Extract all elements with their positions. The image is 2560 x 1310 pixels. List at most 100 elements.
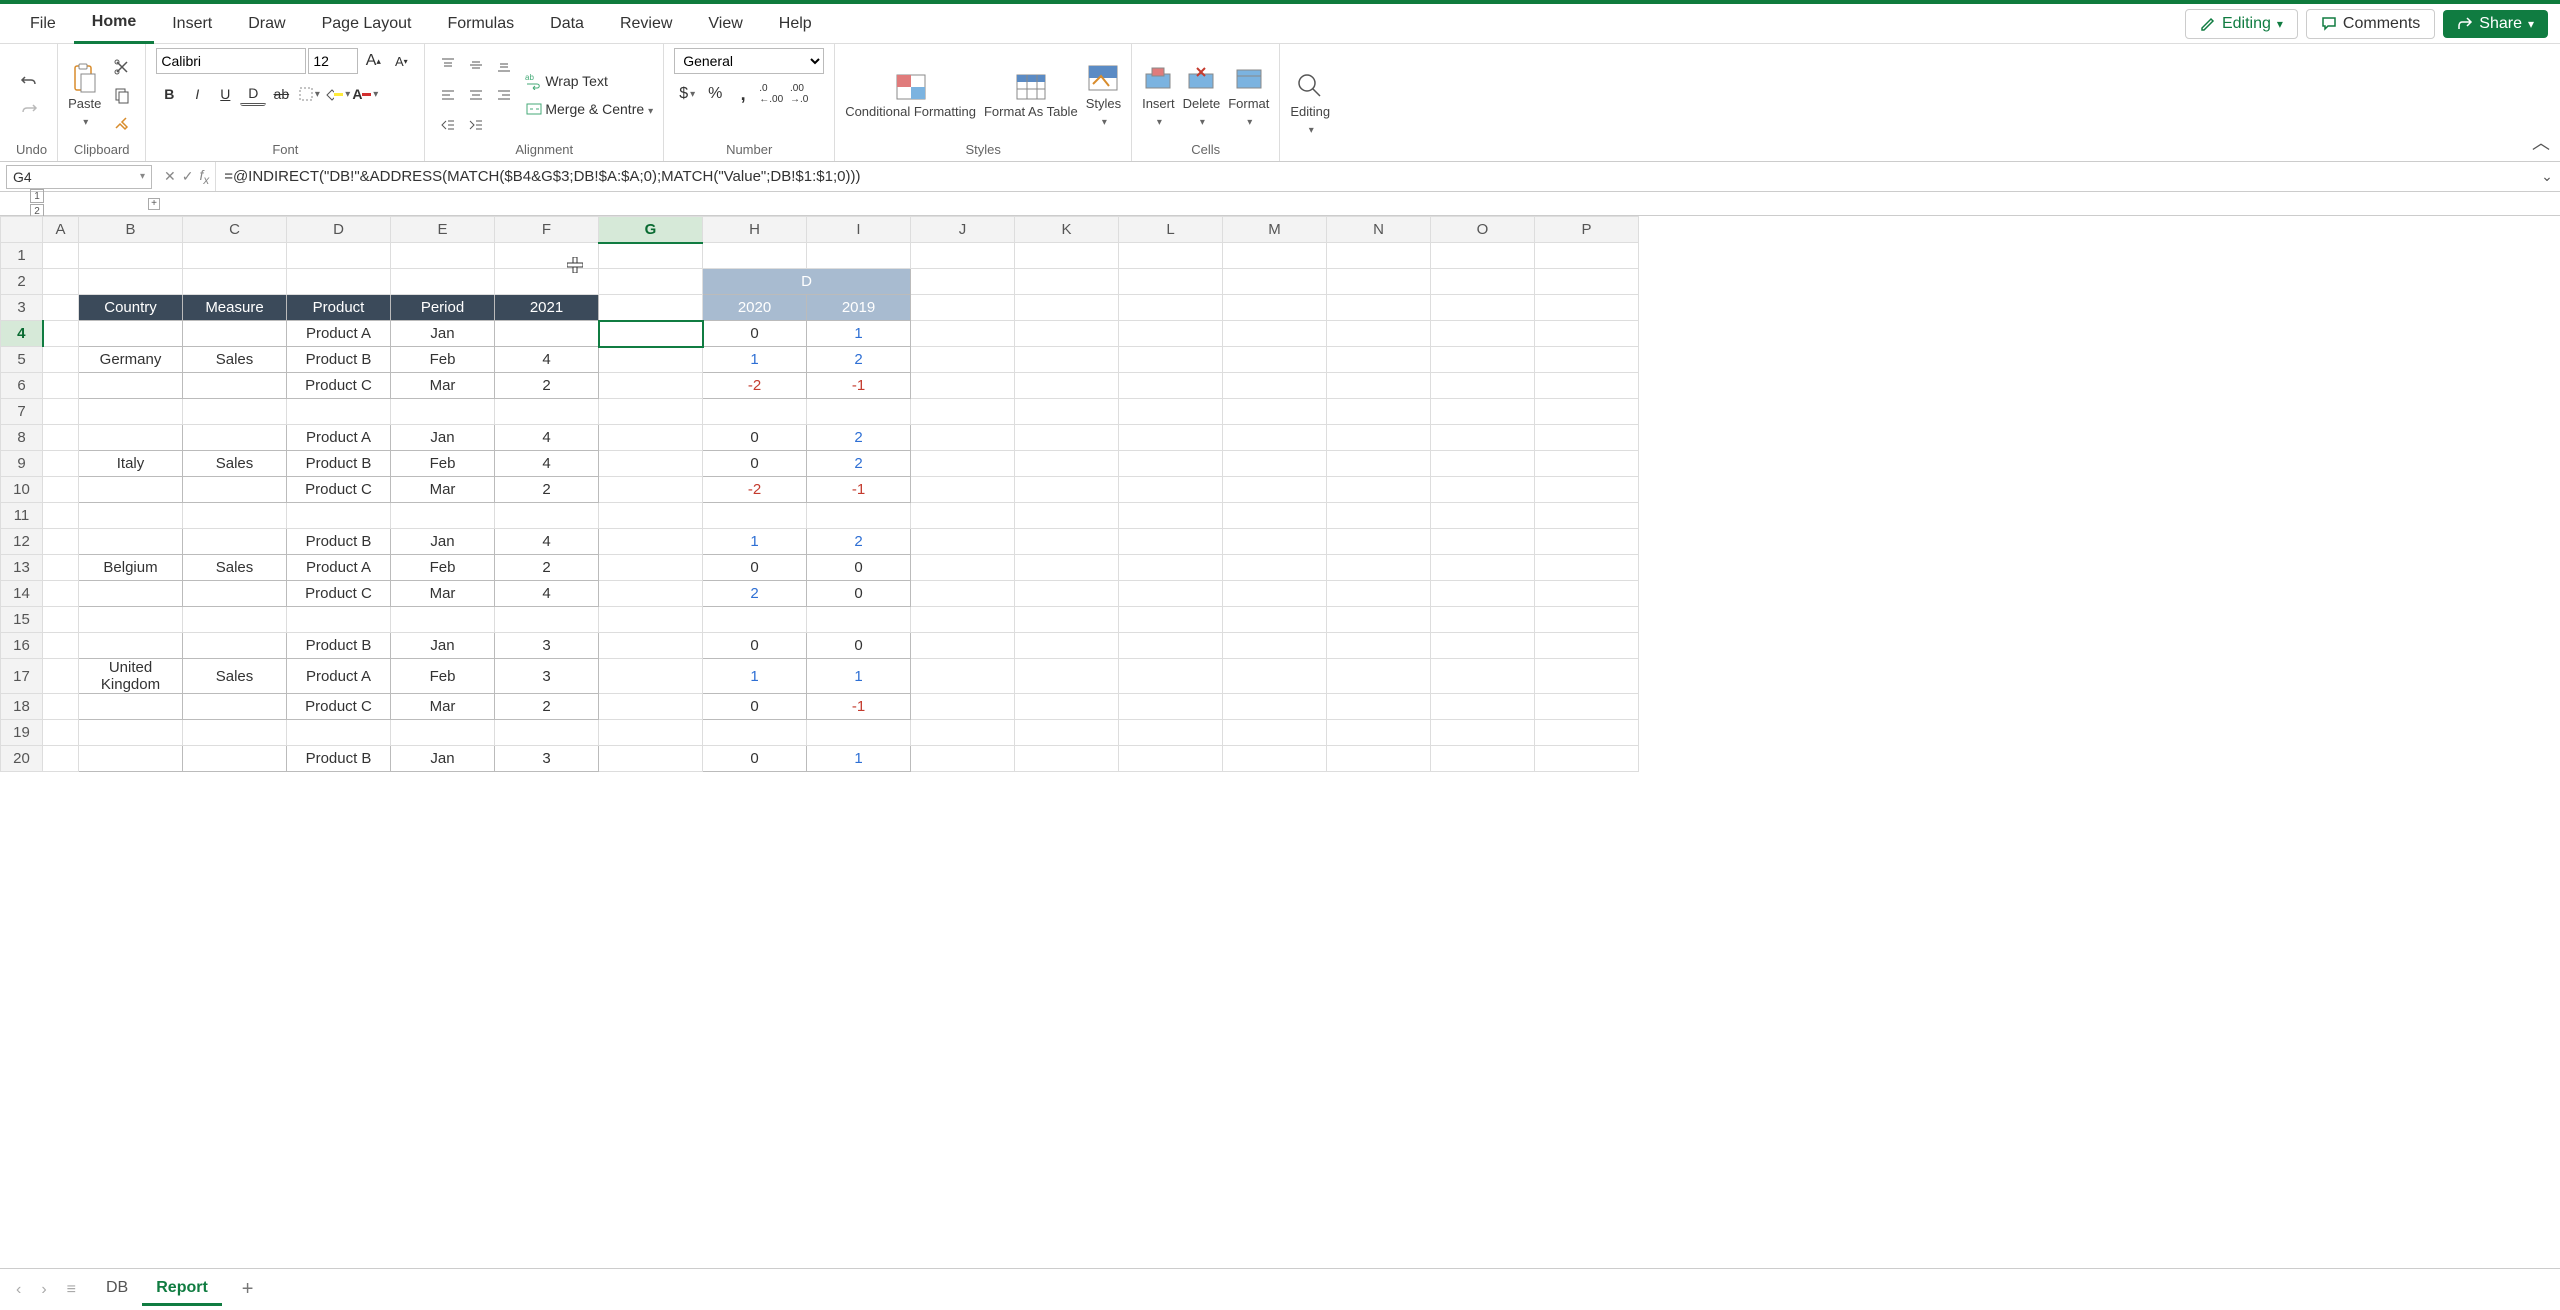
cell-K8[interactable] — [1015, 425, 1119, 451]
cell-M17[interactable] — [1223, 659, 1327, 694]
cell-I18[interactable]: -1 — [807, 694, 911, 720]
cell-J9[interactable] — [911, 451, 1015, 477]
currency-button[interactable]: $ — [674, 82, 700, 106]
cell-O15[interactable] — [1431, 607, 1535, 633]
cell-H12[interactable]: 1 — [703, 529, 807, 555]
cell-B4[interactable] — [79, 321, 183, 347]
cell-P3[interactable] — [1535, 295, 1639, 321]
cell-G17[interactable] — [599, 659, 703, 694]
column-header-D[interactable]: D — [287, 217, 391, 243]
row-header-17[interactable]: 17 — [1, 659, 43, 694]
select-all-corner[interactable] — [1, 217, 43, 243]
cell-O1[interactable] — [1431, 243, 1535, 269]
cell-O12[interactable] — [1431, 529, 1535, 555]
grow-font-button[interactable]: A▴ — [360, 49, 386, 73]
column-header-C[interactable]: C — [183, 217, 287, 243]
cell-I19[interactable] — [807, 720, 911, 746]
cell-N18[interactable] — [1327, 694, 1431, 720]
cell-B18[interactable] — [79, 694, 183, 720]
row-header-14[interactable]: 14 — [1, 581, 43, 607]
wrap-text-button[interactable]: ab Wrap Text — [525, 72, 653, 90]
cell-P4[interactable] — [1535, 321, 1639, 347]
cell-B11[interactable] — [79, 503, 183, 529]
cell-P13[interactable] — [1535, 555, 1639, 581]
cell-N15[interactable] — [1327, 607, 1431, 633]
cell-P12[interactable] — [1535, 529, 1639, 555]
cell-I15[interactable] — [807, 607, 911, 633]
cell-G3[interactable] — [599, 295, 703, 321]
outline-expand-button[interactable]: + — [148, 198, 160, 210]
cell-D1[interactable] — [287, 243, 391, 269]
cell-K16[interactable] — [1015, 633, 1119, 659]
cell-D19[interactable] — [287, 720, 391, 746]
cell-I14[interactable]: 0 — [807, 581, 911, 607]
cell-D14[interactable]: Product C — [287, 581, 391, 607]
cell-B17[interactable]: United Kingdom — [79, 659, 183, 694]
editing-menu-button[interactable]: Editing — [1290, 70, 1330, 136]
cell-N7[interactable] — [1327, 399, 1431, 425]
cell-N11[interactable] — [1327, 503, 1431, 529]
cell-H11[interactable] — [703, 503, 807, 529]
cell-P18[interactable] — [1535, 694, 1639, 720]
cell-B20[interactable] — [79, 746, 183, 772]
cell-A5[interactable] — [43, 347, 79, 373]
cell-F13[interactable]: 2 — [495, 555, 599, 581]
cell-H6[interactable]: -2 — [703, 373, 807, 399]
cell-K10[interactable] — [1015, 477, 1119, 503]
cell-I6[interactable]: -1 — [807, 373, 911, 399]
cell-F20[interactable]: 3 — [495, 746, 599, 772]
cell-M20[interactable] — [1223, 746, 1327, 772]
cell-N4[interactable] — [1327, 321, 1431, 347]
cell-C10[interactable] — [183, 477, 287, 503]
cell-M9[interactable] — [1223, 451, 1327, 477]
cell-N9[interactable] — [1327, 451, 1431, 477]
cell-I11[interactable] — [807, 503, 911, 529]
cell-K6[interactable] — [1015, 373, 1119, 399]
cell-K17[interactable] — [1015, 659, 1119, 694]
cell-C19[interactable] — [183, 720, 287, 746]
cell-G1[interactable] — [599, 243, 703, 269]
cell-M2[interactable] — [1223, 269, 1327, 295]
menu-tab-review[interactable]: Review — [602, 4, 690, 44]
cell-B1[interactable] — [79, 243, 183, 269]
cell-B9[interactable]: Italy — [79, 451, 183, 477]
number-format-select[interactable]: General — [674, 48, 824, 74]
cell-E14[interactable]: Mar — [391, 581, 495, 607]
row-header-4[interactable]: 4 — [1, 321, 43, 347]
cell-F4[interactable] — [495, 321, 599, 347]
decrease-indent-button[interactable] — [435, 113, 461, 137]
cell-D5[interactable]: Product B — [287, 347, 391, 373]
cell-I7[interactable] — [807, 399, 911, 425]
cell-E13[interactable]: Feb — [391, 555, 495, 581]
cell-J15[interactable] — [911, 607, 1015, 633]
cell-O7[interactable] — [1431, 399, 1535, 425]
cell-O6[interactable] — [1431, 373, 1535, 399]
cell-P14[interactable] — [1535, 581, 1639, 607]
cell-N8[interactable] — [1327, 425, 1431, 451]
cell-P11[interactable] — [1535, 503, 1639, 529]
row-header-20[interactable]: 20 — [1, 746, 43, 772]
cell-J14[interactable] — [911, 581, 1015, 607]
menu-tab-help[interactable]: Help — [761, 4, 830, 44]
row-header-11[interactable]: 11 — [1, 503, 43, 529]
cell-K13[interactable] — [1015, 555, 1119, 581]
share-button[interactable]: Share ▾ — [2443, 10, 2548, 38]
cell-L17[interactable] — [1119, 659, 1223, 694]
cell-H4[interactable]: 0 — [703, 321, 807, 347]
cell-G2[interactable] — [599, 269, 703, 295]
cell-P7[interactable] — [1535, 399, 1639, 425]
cell-E3[interactable]: Period — [391, 295, 495, 321]
font-size-select[interactable] — [308, 48, 358, 74]
cell-G13[interactable] — [599, 555, 703, 581]
cell-P19[interactable] — [1535, 720, 1639, 746]
cell-E11[interactable] — [391, 503, 495, 529]
cell-F7[interactable] — [495, 399, 599, 425]
cell-J16[interactable] — [911, 633, 1015, 659]
cell-B13[interactable]: Belgium — [79, 555, 183, 581]
cell-M5[interactable] — [1223, 347, 1327, 373]
cell-L12[interactable] — [1119, 529, 1223, 555]
cell-I17[interactable]: 1 — [807, 659, 911, 694]
cell-O17[interactable] — [1431, 659, 1535, 694]
cell-L11[interactable] — [1119, 503, 1223, 529]
row-header-10[interactable]: 10 — [1, 477, 43, 503]
